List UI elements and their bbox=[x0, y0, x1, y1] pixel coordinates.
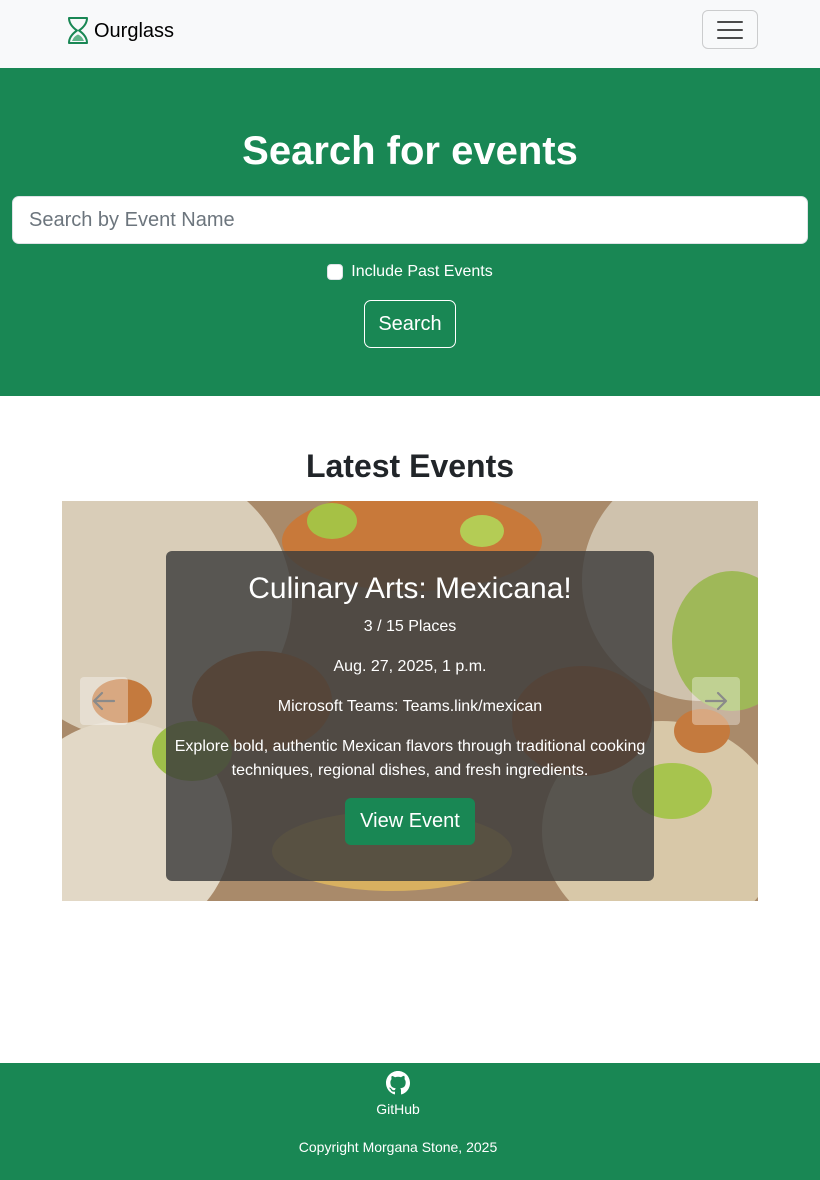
event-description: Explore bold, authentic Mexican flavors … bbox=[174, 738, 646, 779]
navbar: Ourglass bbox=[0, 0, 820, 68]
carousel-next-button[interactable] bbox=[692, 677, 740, 725]
event-places: 3 / 15 Places bbox=[363, 618, 457, 635]
carousel-prev-button[interactable] bbox=[80, 677, 128, 725]
include-past-row: Include Past Events bbox=[0, 262, 820, 282]
event-date: Aug. 27, 2025, 1 p.m. bbox=[333, 658, 487, 675]
github-link[interactable]: GitHub bbox=[360, 1071, 436, 1119]
view-event-button[interactable]: View Event bbox=[345, 798, 475, 845]
event-caption: Culinary Arts: Mexicana! 3 / 15 Places A… bbox=[166, 551, 654, 881]
hourglass-icon bbox=[68, 17, 88, 44]
hero-title: Search for events bbox=[242, 129, 578, 173]
include-past-label[interactable]: Include Past Events bbox=[351, 262, 492, 282]
search-button[interactable]: Search bbox=[364, 300, 456, 348]
search-hero: Search for events Include Past Events Se… bbox=[0, 68, 820, 396]
brand-link[interactable]: Ourglass bbox=[66, 16, 174, 45]
copyright-text: Copyright Morgana Stone, 2025 bbox=[298, 1139, 498, 1155]
latest-events-title: Latest Events bbox=[305, 448, 515, 484]
brand-name: Ourglass bbox=[94, 19, 175, 42]
hamburger-menu-icon bbox=[717, 20, 743, 23]
arrow-right-icon bbox=[704, 691, 728, 711]
events-carousel: Culinary Arts: Mexicana! 3 / 15 Places A… bbox=[62, 501, 758, 901]
event-title: Culinary Arts: Mexicana! bbox=[248, 572, 572, 605]
github-label: GitHub bbox=[376, 1101, 420, 1117]
arrow-left-icon bbox=[92, 691, 116, 711]
include-past-checkbox[interactable] bbox=[327, 264, 344, 280]
search-input[interactable] bbox=[12, 196, 808, 244]
navbar-toggler-button[interactable] bbox=[702, 10, 758, 49]
footer: GitHub Copyright Morgana Stone, 2025 bbox=[0, 1063, 820, 1180]
github-icon bbox=[386, 1071, 410, 1095]
event-location: Microsoft Teams: Teams.link/mexican bbox=[277, 698, 543, 715]
